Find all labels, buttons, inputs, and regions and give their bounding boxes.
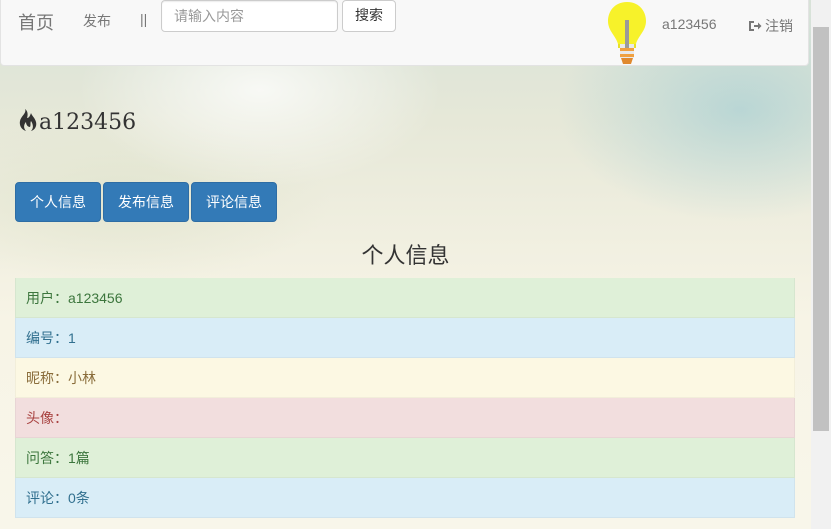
info-row-comment-count: 评论：0条	[15, 478, 795, 518]
page-scrollbar[interactable]	[811, 0, 831, 529]
fire-icon	[19, 109, 37, 131]
lightbulb-icon	[608, 2, 646, 64]
profile-username: a123456	[39, 110, 137, 135]
tab-published-info[interactable]: 发布信息	[103, 182, 189, 222]
nav-separator: ||	[140, 11, 148, 27]
tab-comment-info[interactable]: 评论信息	[191, 182, 277, 222]
search-button[interactable]: 搜索	[342, 0, 396, 32]
info-list: 用户：a123456 编号：1 昵称：小林 头像： 问答：1篇 评论：0条	[15, 278, 795, 518]
info-row-user: 用户：a123456	[15, 278, 795, 318]
info-row-nickname: 昵称：小林	[15, 358, 795, 398]
info-row-avatar: 头像：	[15, 398, 795, 438]
home-link[interactable]: 首页	[18, 9, 54, 35]
logout-link[interactable]: 注销	[748, 16, 793, 36]
profile-heading: a123456	[16, 108, 136, 138]
tab-personal-info[interactable]: 个人信息	[15, 182, 101, 222]
logout-icon	[749, 21, 762, 31]
user-link[interactable]: a123456	[662, 16, 717, 32]
scrollbar-thumb[interactable]	[813, 27, 829, 431]
publish-link[interactable]: 发布	[83, 11, 111, 31]
info-row-qa-count: 问答：1篇	[15, 438, 795, 478]
search-input[interactable]	[161, 0, 338, 32]
top-navbar: 首页 发布 ||	[0, 0, 809, 66]
info-row-id: 编号：1	[15, 318, 795, 358]
section-title: 个人信息	[361, 243, 450, 268]
logout-label: 注销	[765, 18, 793, 34]
